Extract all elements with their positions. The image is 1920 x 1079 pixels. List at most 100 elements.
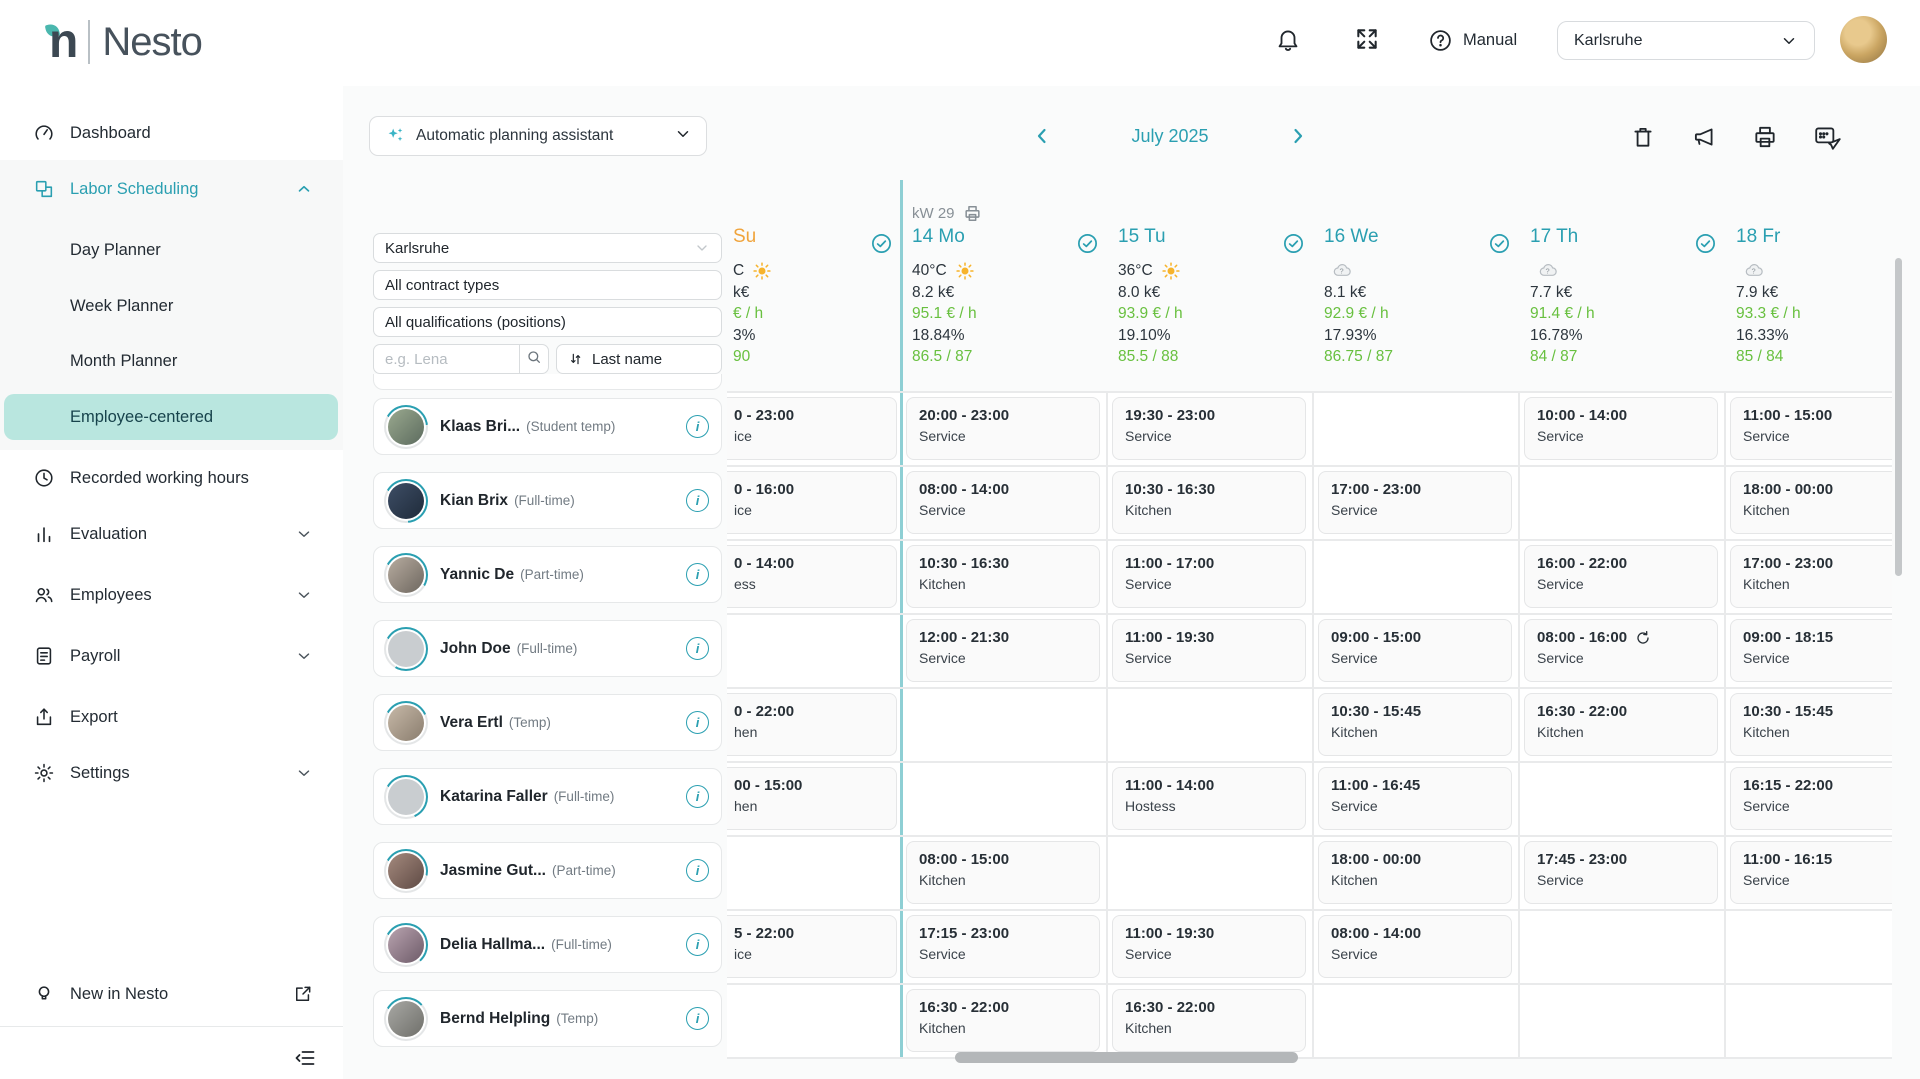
shift-cell[interactable]: 12:00 - 21:30 Service xyxy=(906,619,1100,682)
day-check-mo[interactable] xyxy=(1076,232,1099,260)
sidebar-item-payroll[interactable]: Payroll xyxy=(0,633,343,679)
shift-cell[interactable]: 11:00 - 17:00 Service xyxy=(1112,545,1306,608)
month-label[interactable]: July 2025 xyxy=(1131,126,1208,147)
day-approved-check-icon[interactable] xyxy=(1282,232,1305,255)
user-avatar[interactable] xyxy=(1840,16,1887,63)
employee-card[interactable]: Jasmine Gut... (Part-time) i xyxy=(373,842,722,899)
sort-button[interactable]: Last name xyxy=(556,344,722,374)
shift-cell[interactable]: 16:00 - 22:00 Service xyxy=(1524,545,1718,608)
employee-card[interactable]: Kian Brix (Full-time) i xyxy=(373,472,722,529)
shift-cell[interactable]: 10:00 - 14:00 Service xyxy=(1524,397,1718,460)
notifications-bell-icon[interactable] xyxy=(1275,26,1301,57)
day-check-we[interactable] xyxy=(1488,232,1511,260)
planning-assistant-button[interactable]: Automatic planning assistant xyxy=(369,116,707,156)
shift-cell[interactable]: 11:00 - 14:00 Hostess xyxy=(1112,767,1306,830)
employee-info-icon[interactable]: i xyxy=(686,785,709,808)
shift-cell[interactable]: 16:15 - 22:00 Service xyxy=(1730,767,1892,830)
next-month-button[interactable] xyxy=(1286,124,1310,148)
shift-cell[interactable]: 18:00 - 00:00 Kitchen xyxy=(1730,471,1892,534)
employee-info-icon[interactable]: i xyxy=(686,711,709,734)
shift-cell[interactable]: 16:30 - 22:00 Kitchen xyxy=(1112,989,1306,1052)
day-header-fr[interactable]: 18 Fr xyxy=(1736,226,1780,248)
employee-card-partial[interactable] xyxy=(373,374,722,390)
employee-card[interactable]: Klaas Bri... (Student temp) i xyxy=(373,398,722,455)
qualifications-filter[interactable]: All qualifications (positions) xyxy=(373,307,722,337)
shift-cell[interactable]: 11:00 - 16:15 Service xyxy=(1730,841,1892,904)
shift-cell[interactable]: 08:00 - 14:00 Service xyxy=(1318,915,1512,978)
employee-search-input[interactable]: e.g. Lena xyxy=(373,344,520,374)
send-schedule-button[interactable] xyxy=(1813,123,1843,151)
shift-cell[interactable]: 16:30 - 22:00 Kitchen xyxy=(1524,693,1718,756)
horizontal-scrollbar[interactable] xyxy=(955,1052,1298,1063)
employee-card[interactable]: John Doe (Full-time) i xyxy=(373,620,722,677)
vertical-scrollbar[interactable] xyxy=(1895,258,1902,576)
day-header-th[interactable]: 17 Th xyxy=(1530,226,1578,248)
sidebar-item-dashboard[interactable]: Dashboard xyxy=(0,110,343,156)
shift-cell[interactable]: 19:30 - 23:00 Service xyxy=(1112,397,1306,460)
employee-card[interactable]: Delia Hallma... (Full-time) i xyxy=(373,916,722,973)
employee-info-icon[interactable]: i xyxy=(686,933,709,956)
day-approved-check-icon[interactable] xyxy=(870,232,893,255)
prev-month-button[interactable] xyxy=(1030,124,1054,148)
shift-cell[interactable]: 10:30 - 16:30 Kitchen xyxy=(1112,471,1306,534)
print-button[interactable] xyxy=(1752,124,1778,150)
day-approved-check-icon[interactable] xyxy=(1488,232,1511,255)
employee-card[interactable]: Katarina Faller (Full-time) i xyxy=(373,768,722,825)
shift-cell[interactable]: 11:00 - 15:00 Service xyxy=(1730,397,1892,460)
shift-cell[interactable]: 08:00 - 16:00 Service xyxy=(1524,619,1718,682)
employee-info-icon[interactable]: i xyxy=(686,637,709,660)
search-button[interactable] xyxy=(519,344,549,374)
fullscreen-icon[interactable] xyxy=(1354,26,1380,57)
employee-info-icon[interactable]: i xyxy=(686,1007,709,1030)
shift-cell[interactable]: 18:00 - 00:00 Kitchen xyxy=(1318,841,1512,904)
employee-card[interactable]: Vera Ertl (Temp) i xyxy=(373,694,722,751)
shift-cell[interactable]: 10:30 - 15:45 Kitchen xyxy=(1730,693,1892,756)
sidebar-item-settings[interactable]: Settings xyxy=(0,750,343,796)
sidebar-item-labor-scheduling[interactable]: Labor Scheduling xyxy=(0,166,343,212)
employee-card[interactable]: Yannic De (Part-time) i xyxy=(373,546,722,603)
print-week-icon[interactable] xyxy=(963,204,982,223)
shift-cell[interactable]: 11:00 - 16:45 Service xyxy=(1318,767,1512,830)
announce-button[interactable] xyxy=(1691,124,1717,150)
employee-info-icon[interactable]: i xyxy=(686,489,709,512)
day-check-su[interactable] xyxy=(870,232,893,260)
day-check-tu[interactable] xyxy=(1282,232,1305,260)
day-header-su[interactable]: Su xyxy=(733,226,756,248)
sidebar-item-employees[interactable]: Employees xyxy=(0,572,343,618)
contract-type-filter[interactable]: All contract types xyxy=(373,270,722,300)
day-check-th[interactable] xyxy=(1694,232,1717,260)
sidebar-item-new-in-nesto[interactable]: New in Nesto xyxy=(0,971,343,1017)
sidebar-item-export[interactable]: Export xyxy=(0,694,343,740)
shift-cell[interactable]: 20:00 - 23:00 Service xyxy=(906,397,1100,460)
sidebar-item-evaluation[interactable]: Evaluation xyxy=(0,511,343,557)
employee-info-icon[interactable]: i xyxy=(686,859,709,882)
shift-cell[interactable]: 11:00 - 19:30 Service xyxy=(1112,619,1306,682)
day-approved-check-icon[interactable] xyxy=(1694,232,1717,255)
day-header-we[interactable]: 16 We xyxy=(1324,226,1379,248)
shift-cell[interactable]: 10:30 - 15:45 Kitchen xyxy=(1318,693,1512,756)
sidebar-item-employee-centered[interactable]: Employee-centered xyxy=(0,394,343,440)
collapse-sidebar-icon[interactable] xyxy=(293,1046,317,1075)
employee-info-icon[interactable]: i xyxy=(686,563,709,586)
shift-cell[interactable]: 09:00 - 18:15 Service xyxy=(1730,619,1892,682)
day-header-tu[interactable]: 15 Tu xyxy=(1118,226,1166,248)
location-select[interactable]: Karlsruhe xyxy=(1557,21,1815,60)
day-approved-check-icon[interactable] xyxy=(1076,232,1099,255)
employee-card[interactable]: Bernd Helpling (Temp) i xyxy=(373,990,722,1047)
shift-cell[interactable]: 10:30 - 16:30 Kitchen xyxy=(906,545,1100,608)
shift-cell[interactable]: 17:15 - 23:00 Service xyxy=(906,915,1100,978)
shift-cell[interactable]: 11:00 - 19:30 Service xyxy=(1112,915,1306,978)
shift-cell[interactable]: 17:00 - 23:00 Kitchen xyxy=(1730,545,1892,608)
shift-cell[interactable]: 08:00 - 14:00 Service xyxy=(906,471,1100,534)
day-header-mo[interactable]: 14 Mo xyxy=(912,226,965,248)
sidebar-item-day-planner[interactable]: Day Planner xyxy=(0,227,343,273)
employee-info-icon[interactable]: i xyxy=(686,415,709,438)
manual-help-button[interactable]: Manual xyxy=(1428,28,1517,53)
shift-cell[interactable]: 16:30 - 22:00 Kitchen xyxy=(906,989,1100,1052)
sidebar-item-recorded-working-hours[interactable]: Recorded working hours xyxy=(0,455,343,501)
shift-cell[interactable]: 17:00 - 23:00 Service xyxy=(1318,471,1512,534)
sidebar-item-month-planner[interactable]: Month Planner xyxy=(0,338,343,384)
shift-cell[interactable]: 09:00 - 15:00 Service xyxy=(1318,619,1512,682)
delete-button[interactable] xyxy=(1630,124,1656,150)
shift-cell[interactable]: 17:45 - 23:00 Service xyxy=(1524,841,1718,904)
